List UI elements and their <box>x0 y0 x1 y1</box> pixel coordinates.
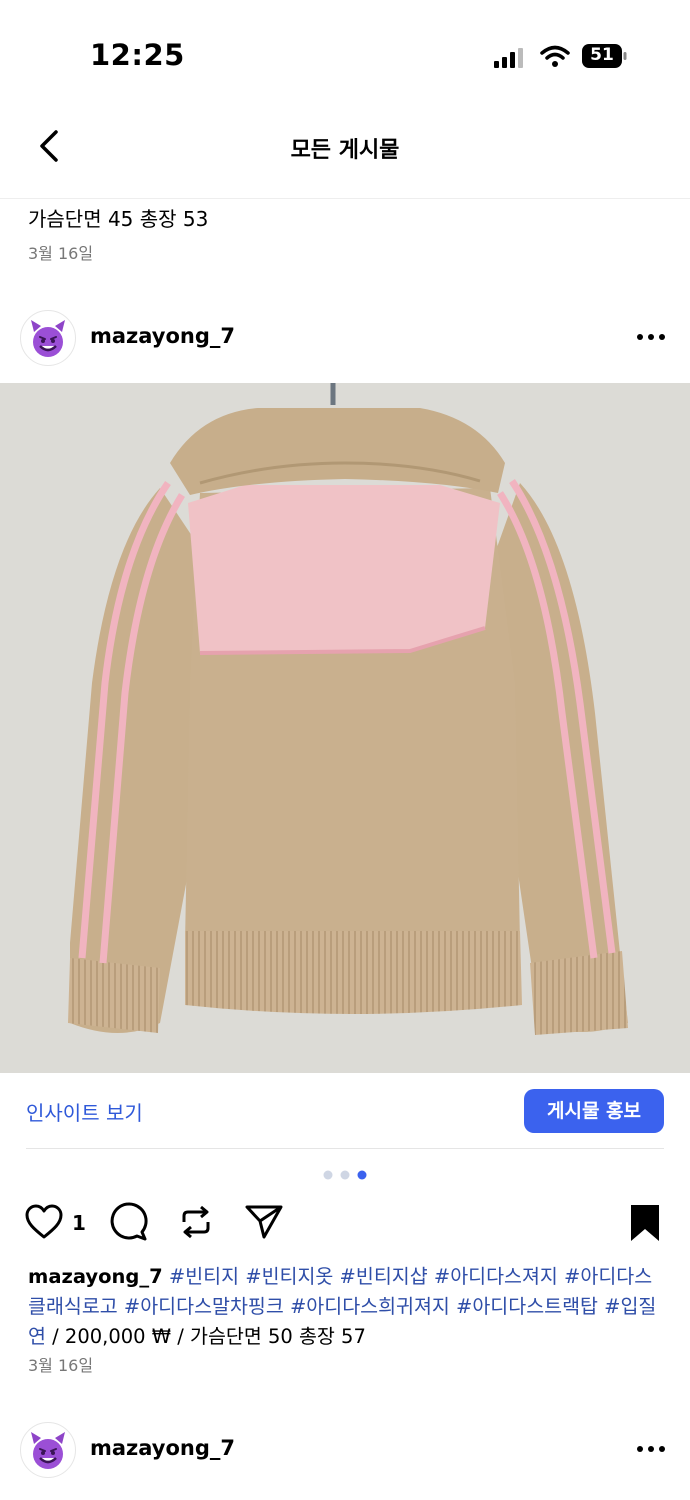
carousel-dot-1 <box>323 1170 333 1180</box>
hashtag[interactable]: #아디다스트랙탑 <box>456 1295 598 1318</box>
comment-icon[interactable] <box>108 1202 148 1242</box>
page-title: 모든 게시물 <box>290 138 400 163</box>
next-post-header: mazayong_7 <box>0 1422 690 1482</box>
carousel-dot-2 <box>340 1170 350 1180</box>
promote-post-button[interactable]: 게시물 홍보 <box>524 1089 664 1133</box>
hashtag[interactable]: #빈티지샵 <box>340 1265 428 1288</box>
hashtag[interactable]: #아디다스말차핑크 <box>124 1295 284 1318</box>
previous-post-caption: 가슴단면 45 총장 53 <box>28 207 209 231</box>
post-header: mazayong_7 <box>0 310 690 370</box>
status-bar: 12:25 51 <box>0 0 690 100</box>
bookmark-icon[interactable] <box>628 1203 662 1243</box>
more-options-icon[interactable] <box>636 1444 666 1454</box>
like-count[interactable]: 1 <box>72 1211 86 1235</box>
post-caption: mazayong_7 #빈티지 #빈티지옷 #빈티지샵 #아디다스져지 #아디다… <box>28 1262 664 1352</box>
caption-username[interactable]: mazayong_7 <box>28 1265 163 1288</box>
battery-level: 51 <box>590 45 614 65</box>
divider <box>26 1148 664 1149</box>
hashtag[interactable]: #아디다스희귀져지 <box>290 1295 450 1318</box>
smiling-devil-icon <box>31 1432 65 1469</box>
repost-icon[interactable] <box>176 1202 216 1242</box>
hashtag[interactable]: #빈티지옷 <box>245 1265 333 1288</box>
previous-post-date[interactable]: 3월 16일 <box>28 240 93 264</box>
avatar[interactable] <box>20 310 76 366</box>
heart-icon[interactable] <box>24 1204 64 1240</box>
hashtag[interactable]: #빈티지 <box>169 1265 239 1288</box>
cellular-signal-icon <box>494 48 523 68</box>
post-photo[interactable] <box>0 383 690 1073</box>
next-post-username[interactable]: mazayong_7 <box>90 1436 235 1460</box>
post-action-bar: 1 <box>0 1198 690 1248</box>
post-date[interactable]: 3월 16일 <box>28 1352 93 1376</box>
view-insights-link[interactable]: 인사이트 보기 <box>26 1097 143 1126</box>
carousel-dot-3 <box>357 1170 367 1180</box>
avatar[interactable] <box>20 1422 76 1478</box>
status-time: 12:25 <box>90 38 185 72</box>
caption-text: / 200,000 ₩ / 가슴단면 50 총장 57 <box>45 1325 366 1348</box>
battery-icon: 51 <box>582 43 628 69</box>
nav-bar: 모든 게시물 <box>0 108 690 199</box>
post-username[interactable]: mazayong_7 <box>90 324 235 348</box>
send-icon[interactable] <box>244 1203 284 1241</box>
more-options-icon[interactable] <box>636 332 666 342</box>
carousel-indicator <box>323 1170 367 1180</box>
hashtag[interactable]: #아디다스져지 <box>434 1265 558 1288</box>
wifi-icon <box>540 45 570 67</box>
smiling-devil-icon <box>31 320 65 357</box>
